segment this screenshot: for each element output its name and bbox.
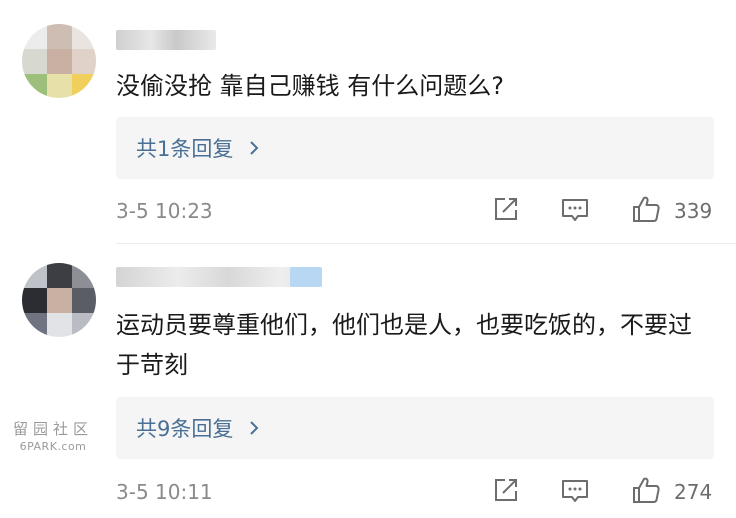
like-count: 339 [674,199,713,223]
view-replies-button[interactable]: 共9条回复 [116,397,714,459]
like-icon[interactable] [631,475,661,505]
watermark: 留园社区 6PARK.com [8,418,98,453]
view-replies-label: 共9条回复 [136,417,234,441]
view-replies-label: 共1条回复 [136,137,234,161]
comment-item: 运动员要尊重他们，他们也是人，也要吃饭的，不要过于苛刻 共9条回复 3-5 10… [0,245,736,518]
comment-text: 运动员要尊重他们，他们也是人，也要吃饭的，不要过于苛刻 [116,311,692,379]
username-blurred[interactable] [116,30,216,50]
view-replies-button[interactable]: 共1条回复 [116,117,714,179]
chevron-right-icon [250,141,259,155]
chevron-right-icon [250,421,259,435]
divider [116,243,736,244]
avatar[interactable] [22,24,96,98]
comment-meta: 3-5 10:11 274 [116,475,716,509]
comment-meta: 3-5 10:23 339 [116,194,716,228]
comment-item: 没偷没抢 靠自己赚钱 有什么问题么? 共1条回复 3-5 10:23 339 [0,0,736,245]
watermark-en: 6PARK.com [19,440,87,453]
avatar[interactable] [22,263,96,337]
share-icon[interactable] [491,475,521,505]
watermark-cn: 留园社区 [12,420,93,438]
timestamp: 3-5 10:11 [116,480,213,504]
like-count: 274 [674,480,713,504]
like-icon[interactable] [631,194,661,224]
timestamp: 3-5 10:23 [116,199,213,223]
share-icon[interactable] [491,194,521,224]
comment-text: 没偷没抢 靠自己赚钱 有什么问题么? [116,72,504,100]
comment-reply-icon[interactable] [560,194,590,224]
user-badge [290,267,322,287]
comment-reply-icon[interactable] [560,475,590,505]
